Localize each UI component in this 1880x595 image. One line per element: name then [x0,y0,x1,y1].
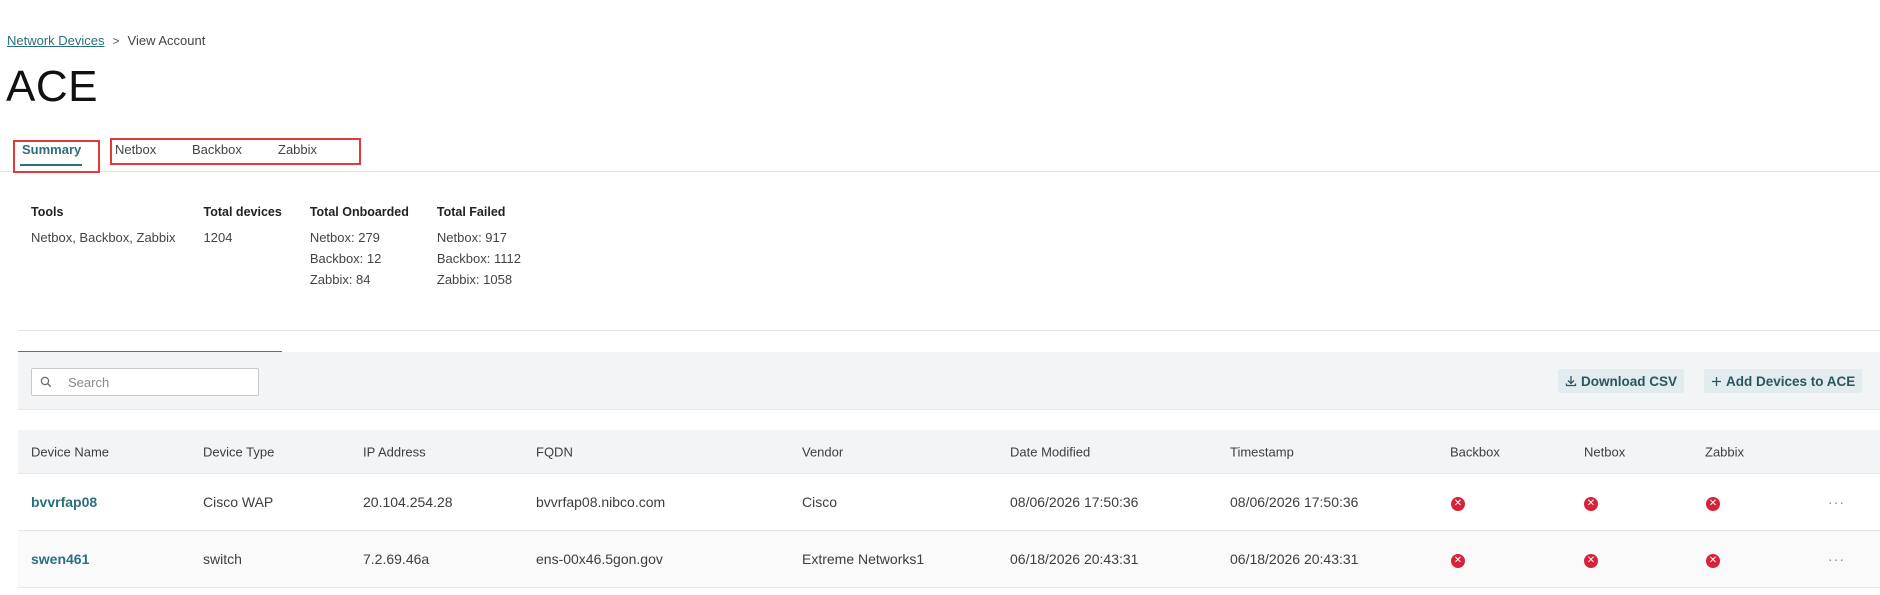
summary-total-devices: Total devices 1204 [204,205,282,290]
summary-header: Total Onboarded [309,205,409,219]
column-header-device-name[interactable]: Device Name [31,444,109,459]
zabbix-status-error-icon: ✕ [1706,493,1720,511]
device-name-link[interactable]: bvvrfap08 [31,494,97,510]
column-header-netbox[interactable]: Netbox [1584,444,1625,459]
summary-value: Zabbix: 84 [309,272,371,287]
zabbix-status-error-icon: ✕ [1706,550,1720,568]
summary-value: Backbox: 12 [309,251,382,266]
table-toolbar: Download CSV Add Devices to ACE [18,352,1880,410]
netbox-status-error-icon: ✕ [1584,550,1598,568]
plus-icon [1711,376,1722,387]
breadcrumb: Network Devices > View Account [7,33,205,48]
breadcrumb-link-network-devices[interactable]: Network Devices [7,33,105,48]
summary-value: 1204 [203,230,233,245]
column-header-fqdn[interactable]: FQDN [536,444,573,459]
tab-summary[interactable]: Summary [22,142,81,157]
device-type-cell: Cisco WAP [203,494,274,510]
date-modified-cell: 06/18/2026 20:43:31 [1010,551,1139,567]
breadcrumb-separator: > [112,33,120,48]
row-actions-more-icon[interactable]: ··· [1828,551,1845,567]
ip-address-cell: 7.2.69.46a [363,551,430,567]
summary-total-onboarded: Total Onboarded Netbox: 279 Backbox: 12 … [310,205,409,290]
tab-bar: Summary Netbox Backbox Zabbix [0,138,1880,172]
add-devices-button[interactable]: Add Devices to ACE [1704,369,1863,393]
timestamp-cell: 08/06/2026 17:50:36 [1230,494,1359,510]
download-csv-button[interactable]: Download CSV [1558,369,1685,393]
column-header-device-type[interactable]: Device Type [203,444,274,459]
table-header: Device Name Device Type IP Address FQDN … [18,430,1880,474]
page-title: ACE [6,62,98,111]
summary-header: Tools [31,205,64,219]
ip-address-cell: 20.104.254.28 [363,494,453,510]
download-csv-label: Download CSV [1581,373,1678,389]
vendor-cell: Extreme Networks1 [802,551,925,567]
download-icon [1565,375,1577,387]
summary-value: Zabbix: 1058 [436,272,513,287]
summary-panel: Tools Netbox, Backbox, Zabbix Total devi… [31,205,549,290]
column-header-zabbix[interactable]: Zabbix [1705,444,1744,459]
tab-zabbix[interactable]: Zabbix [278,142,317,157]
table-row[interactable]: swen461 switch 7.2.69.46a ens-00x46.5gon… [18,531,1880,588]
column-header-date-modified[interactable]: Date Modified [1010,444,1090,459]
summary-value: Backbox: 1112 [436,251,521,266]
summary-value: Netbox: 279 [309,230,380,245]
search-box [31,368,259,396]
column-header-backbox[interactable]: Backbox [1450,444,1500,459]
summary-total-failed: Total Failed Netbox: 917 Backbox: 1112 Z… [437,205,521,290]
row-actions-more-icon[interactable]: ··· [1828,494,1845,510]
backbox-status-error-icon: ✕ [1451,550,1465,568]
device-name-link[interactable]: swen461 [31,551,89,567]
summary-header: Total Failed [436,205,506,219]
breadcrumb-current: View Account [127,33,206,48]
column-header-ip-address[interactable]: IP Address [363,444,426,459]
summary-value: Netbox, Backbox, Zabbix [31,230,176,245]
netbox-status-error-icon: ✕ [1584,493,1598,511]
vendor-cell: Cisco [802,494,838,510]
backbox-status-error-icon: ✕ [1451,493,1465,511]
tab-netbox[interactable]: Netbox [115,142,156,157]
search-icon [32,376,60,388]
fqdn-cell: bvvrfap08.nibco.com [536,494,666,510]
fqdn-cell: ens-00x46.5gon.gov [536,551,663,567]
devices-table: Device Name Device Type IP Address FQDN … [18,430,1880,588]
column-header-timestamp[interactable]: Timestamp [1230,444,1294,459]
table-row[interactable]: bvvrfap08 Cisco WAP 20.104.254.28 bvvrfa… [18,474,1880,531]
tab-backbox[interactable]: Backbox [192,142,242,157]
summary-value: Netbox: 917 [436,230,507,245]
add-devices-label: Add Devices to ACE [1726,373,1856,389]
device-type-cell: switch [203,551,242,567]
summary-header: Total devices [203,205,282,219]
date-modified-cell: 08/06/2026 17:50:36 [1010,494,1139,510]
summary-tools: Tools Netbox, Backbox, Zabbix [31,205,176,290]
active-tab-indicator [20,164,82,166]
column-header-vendor[interactable]: Vendor [802,444,843,459]
section-divider [18,330,1880,331]
timestamp-cell: 06/18/2026 20:43:31 [1230,551,1359,567]
search-input[interactable] [60,374,240,390]
